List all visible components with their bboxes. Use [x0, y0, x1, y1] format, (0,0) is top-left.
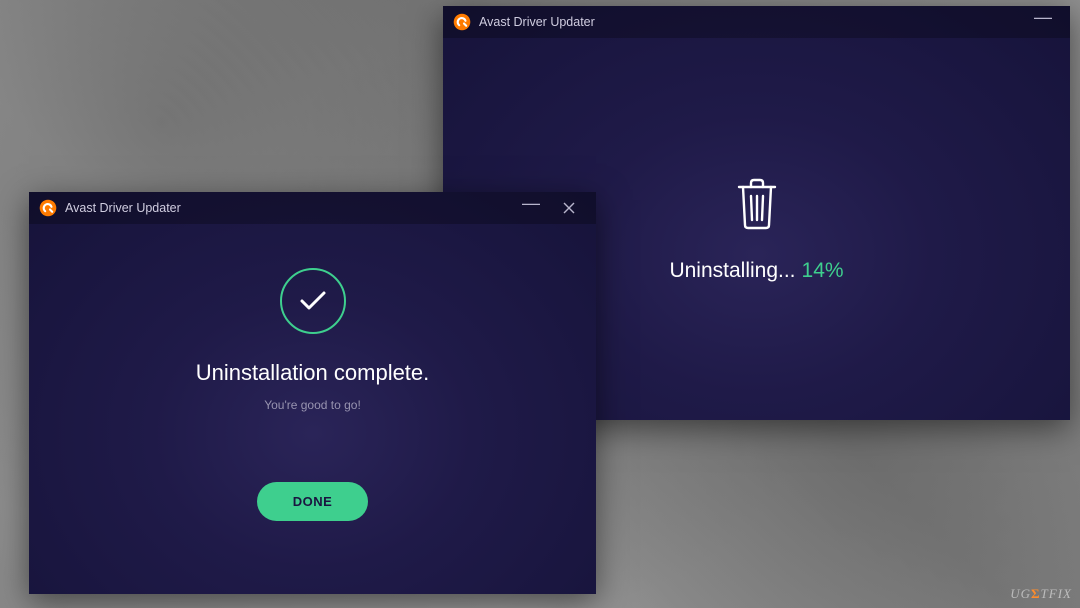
avast-logo-icon — [39, 199, 57, 217]
checkmark-circle-icon — [280, 268, 346, 334]
minimize-button[interactable]: — — [512, 192, 550, 224]
headline: Uninstallation complete. — [196, 360, 430, 386]
complete-window: Avast Driver Updater — Uninstallation co… — [29, 192, 596, 594]
window-title: Avast Driver Updater — [479, 15, 595, 29]
close-button[interactable] — [550, 192, 588, 224]
titlebar-controls: — — [512, 192, 588, 224]
uninstalling-status: Uninstalling... 14% — [669, 259, 843, 283]
watermark: UGΣTFIX — [1010, 586, 1072, 602]
progress-percent: 14% — [802, 259, 844, 283]
avast-logo-icon — [453, 13, 471, 31]
subtext: You're good to go! — [264, 398, 361, 412]
minimize-button[interactable]: — — [1024, 6, 1062, 38]
window-title: Avast Driver Updater — [65, 201, 181, 215]
done-button[interactable]: DONE — [257, 482, 369, 521]
trash-icon — [732, 176, 782, 237]
status-label: Uninstalling... — [669, 259, 795, 283]
titlebar[interactable]: Avast Driver Updater — — [443, 6, 1070, 38]
complete-content: Uninstallation complete. You're good to … — [29, 224, 596, 594]
titlebar-controls: — — [1024, 6, 1062, 38]
titlebar[interactable]: Avast Driver Updater — — [29, 192, 596, 224]
